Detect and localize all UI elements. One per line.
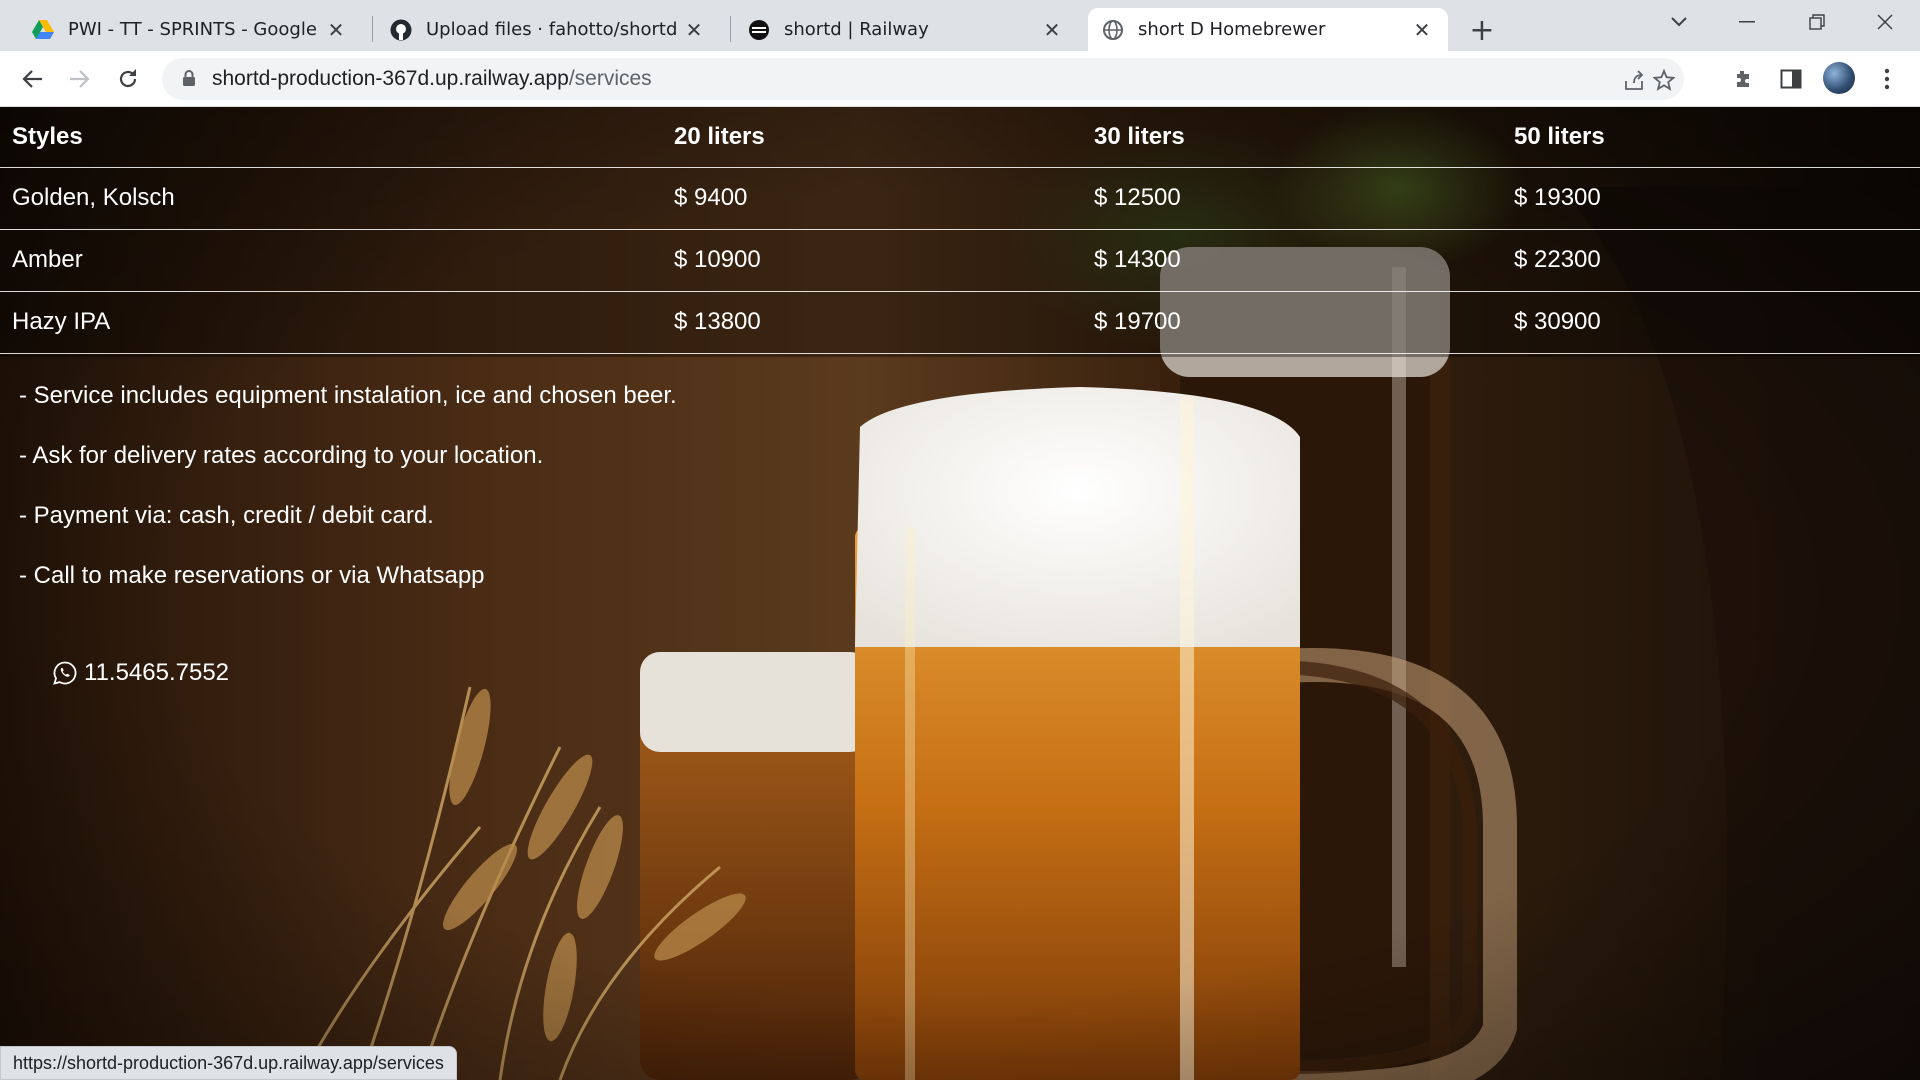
google-drive-icon [32, 19, 54, 41]
globe-icon [1102, 19, 1124, 41]
reload-button[interactable] [110, 61, 146, 97]
table-header-row: Styles 20 liters 30 liters 50 liters [0, 107, 1920, 168]
close-icon[interactable]: ✕ [1040, 18, 1064, 42]
minimize-button[interactable] [1712, 0, 1782, 44]
browser-toolbar: shortd-production-367d.up.railway.app/se… [0, 51, 1920, 107]
bookmark-star-icon[interactable] [1652, 68, 1676, 92]
tab-strip: PWI - TT - SPRINTS - Google Driv ✕ Uploa… [0, 0, 1920, 51]
forward-button[interactable] [62, 61, 98, 97]
tab-homebrewer[interactable]: short D Homebrewer ✕ [1088, 8, 1448, 51]
close-window-button[interactable] [1850, 0, 1920, 44]
tab-railway[interactable]: shortd | Railway ✕ [734, 8, 1078, 51]
page-viewport: Styles 20 liters 30 liters 50 liters Gol… [0, 107, 1920, 1080]
url-text: shortd-production-367d.up.railway.app/se… [212, 67, 652, 91]
phone-number: 11.5465.7552 [84, 659, 230, 686]
restore-button[interactable] [1782, 0, 1852, 44]
status-bar-url: https://shortd-production-367d.up.railwa… [0, 1046, 457, 1080]
table-cell: Golden, Kolsch [0, 167, 662, 230]
github-icon [390, 19, 412, 41]
tab-title: shortd | Railway [784, 19, 929, 40]
table-row: Hazy IPA $ 13800 $ 19700 $ 30900 [0, 291, 1920, 354]
tab-search-chevron-icon[interactable] [1644, 0, 1714, 44]
note-item: - Payment via: cash, credit / debit card… [19, 502, 434, 529]
table-cell: $ 12500 [1082, 167, 1502, 230]
tab-title: Upload files · fahotto/shortd [426, 19, 678, 40]
whatsapp-icon [52, 660, 78, 686]
column-header: 30 liters [1082, 107, 1502, 168]
table-cell: Hazy IPA [0, 291, 662, 354]
note-item: - Ask for delivery rates according to yo… [19, 442, 544, 469]
table-row: Golden, Kolsch $ 9400 $ 12500 $ 19300 [0, 167, 1920, 230]
note-item: - Call to make reservations or via Whats… [19, 562, 485, 589]
note-item: - Service includes equipment instalation… [19, 382, 677, 409]
tab-separator [730, 16, 731, 42]
tab-separator [372, 16, 373, 42]
share-icon[interactable] [1622, 68, 1646, 92]
table-cell: $ 13800 [662, 291, 1082, 354]
services-content: Styles 20 liters 30 liters 50 liters Gol… [0, 107, 1920, 1080]
table-cell: $ 30900 [1502, 291, 1920, 354]
url-host: shortd-production-367d.up.railway.app [212, 67, 569, 90]
back-button[interactable] [14, 61, 50, 97]
table-cell: $ 22300 [1502, 229, 1920, 292]
close-icon[interactable]: ✕ [324, 18, 348, 42]
table-cell: Amber [0, 229, 662, 292]
extensions-icon[interactable] [1728, 64, 1758, 94]
new-tab-button[interactable]: + [1464, 12, 1500, 48]
side-panel-icon[interactable] [1776, 64, 1806, 94]
tab-title: short D Homebrewer [1138, 19, 1326, 40]
whatsapp-contact[interactable]: 11.5465.7552 [52, 659, 229, 687]
profile-avatar[interactable] [1823, 62, 1855, 94]
service-notes: - Service includes equipment instalation… [19, 381, 677, 621]
table-cell: $ 19300 [1502, 167, 1920, 230]
price-table: Styles 20 liters 30 liters 50 liters Gol… [0, 107, 1920, 354]
close-icon[interactable]: ✕ [1410, 18, 1434, 42]
tab-google-drive[interactable]: PWI - TT - SPRINTS - Google Driv ✕ [18, 8, 362, 51]
tab-github[interactable]: Upload files · fahotto/shortd ✕ [376, 8, 720, 51]
table-cell: $ 14300 [1082, 229, 1502, 292]
column-header: 50 liters [1502, 107, 1920, 168]
railway-icon [748, 19, 770, 41]
column-header: Styles [0, 107, 662, 168]
address-bar[interactable]: shortd-production-367d.up.railway.app/se… [162, 58, 1684, 100]
lock-icon[interactable] [182, 69, 200, 89]
table-row: Amber $ 10900 $ 14300 $ 22300 [0, 229, 1920, 292]
tab-title: PWI - TT - SPRINTS - Google Driv [68, 19, 324, 40]
url-path: /services [568, 67, 652, 90]
table-cell: $ 19700 [1082, 291, 1502, 354]
close-icon[interactable]: ✕ [682, 18, 706, 42]
column-header: 20 liters [662, 107, 1082, 168]
table-cell: $ 9400 [662, 167, 1082, 230]
table-cell: $ 10900 [662, 229, 1082, 292]
menu-kebab-icon[interactable] [1872, 64, 1902, 94]
